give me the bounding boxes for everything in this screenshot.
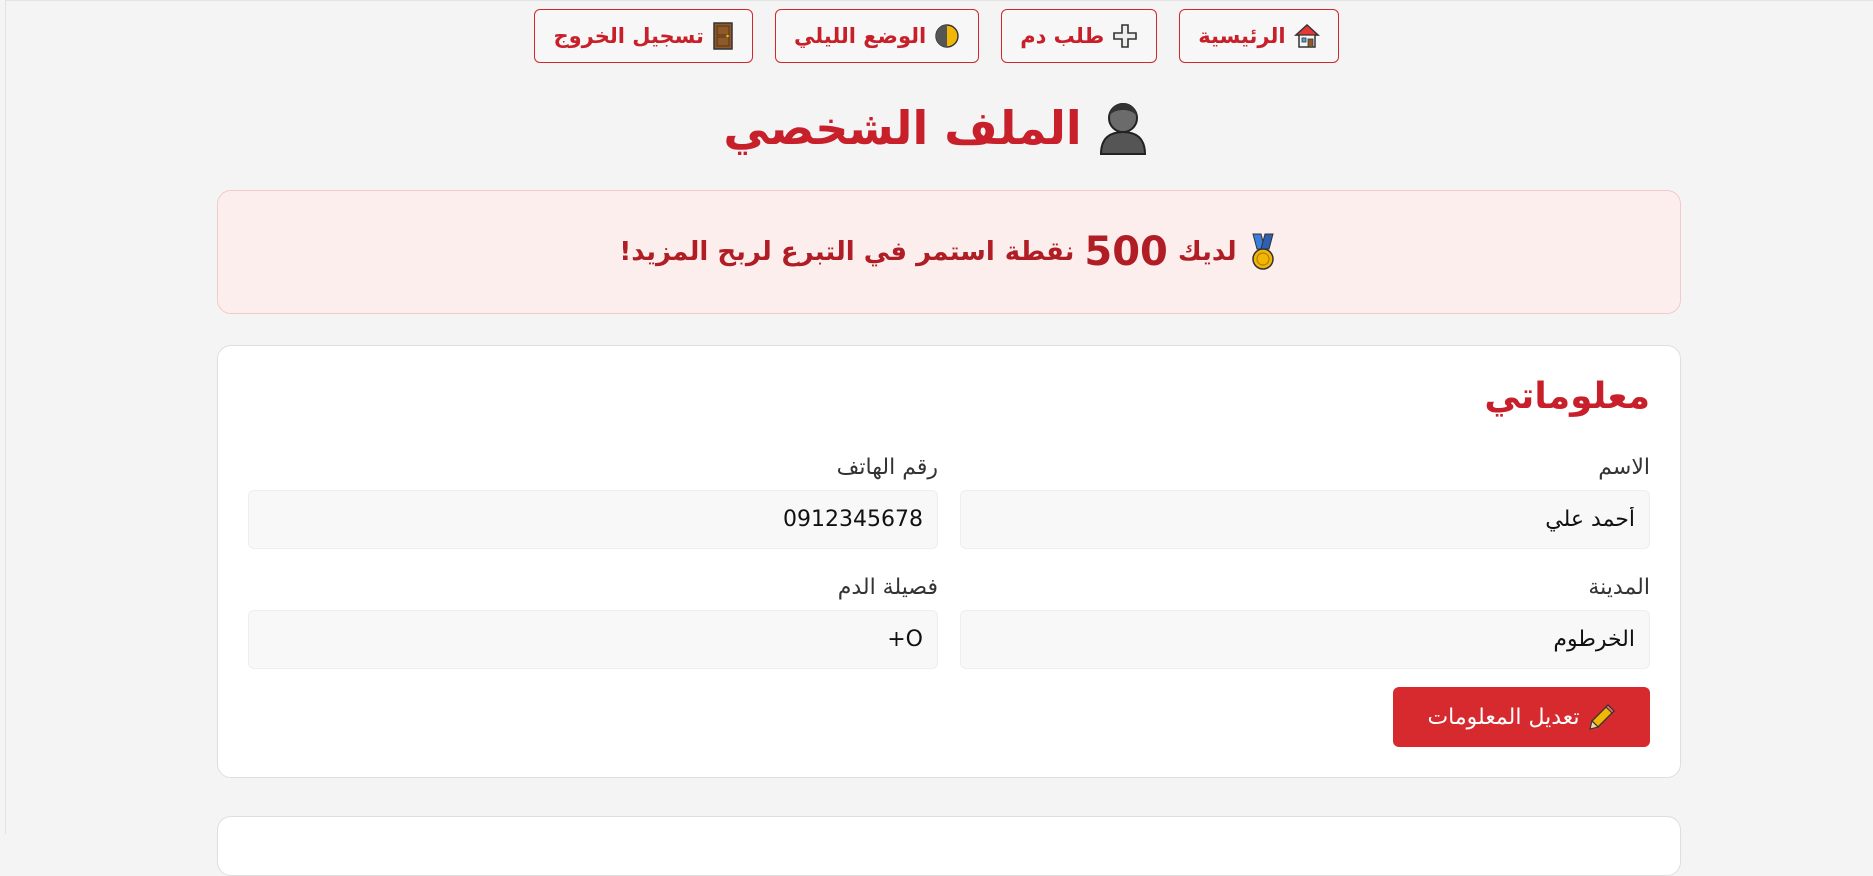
points-value: 500 — [1084, 229, 1168, 275]
name-label: الاسم — [1598, 455, 1650, 480]
top-nav: الرئيسية طلب دم الوضع الليلي تسجيل الخرو… — [0, 9, 1873, 63]
house-icon — [1293, 23, 1320, 49]
profile-section-title: معلوماتي — [1484, 376, 1650, 417]
phone-field[interactable] — [248, 490, 938, 549]
profile-info-card: معلوماتي الاسم رقم الهاتف المدينة فصيلة … — [217, 345, 1681, 778]
city-label: المدينة — [1588, 575, 1650, 600]
points-banner: لديك 500 نقطة استمر في التبرع لربح المزي… — [217, 190, 1681, 314]
nav-home-label: الرئيسية — [1198, 24, 1286, 48]
name-field-group: الاسم — [960, 454, 1650, 549]
nav-blood-request-button[interactable]: طلب دم — [1001, 9, 1158, 63]
medal-icon — [1247, 233, 1279, 271]
nav-dark-mode-label: الوضع الليلي — [793, 24, 927, 48]
points-unit: نقطة — [1004, 237, 1075, 267]
points-suffix: استمر في التبرع لربح المزيد! — [619, 237, 995, 267]
points-prefix: لديك — [1177, 237, 1237, 267]
nav-logout-button[interactable]: تسجيل الخروج — [534, 9, 753, 63]
page-title: الملف الشخصي — [723, 101, 1082, 155]
blood-type-label: فصيلة الدم — [837, 575, 938, 600]
nav-blood-request-label: طلب دم — [1020, 24, 1105, 48]
next-section-card — [217, 816, 1681, 876]
phone-field-group: رقم الهاتف — [248, 454, 938, 549]
door-icon — [712, 22, 734, 50]
name-field[interactable] — [960, 490, 1650, 549]
pencil-icon — [1588, 703, 1616, 731]
city-field-group: المدينة — [960, 574, 1650, 669]
blood-type-field-group: فصيلة الدم — [248, 574, 938, 669]
moon-icon — [934, 23, 960, 49]
phone-label: رقم الهاتف — [836, 455, 938, 480]
edit-info-label: تعديل المعلومات — [1427, 704, 1580, 730]
plus-icon — [1112, 23, 1138, 49]
edit-info-button[interactable]: تعديل المعلومات — [1393, 687, 1650, 747]
blood-type-field[interactable] — [248, 610, 938, 669]
user-icon — [1096, 100, 1150, 156]
nav-home-button[interactable]: الرئيسية — [1179, 9, 1339, 63]
page-header: الملف الشخصي — [0, 100, 1873, 156]
city-field[interactable] — [960, 610, 1650, 669]
nav-dark-mode-button[interactable]: الوضع الليلي — [774, 9, 980, 63]
nav-logout-label: تسجيل الخروج — [553, 24, 704, 48]
